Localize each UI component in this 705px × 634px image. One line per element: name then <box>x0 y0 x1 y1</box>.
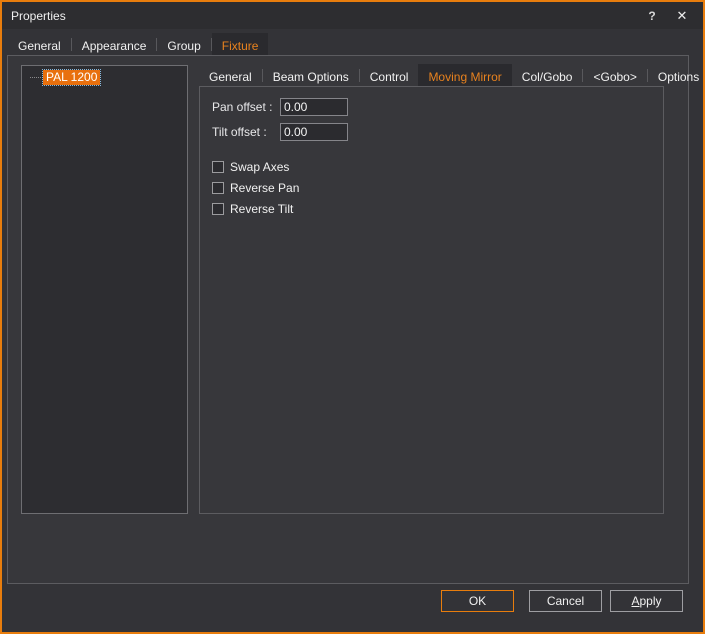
properties-dialog: Properties ? ✕ General Appearance Group … <box>0 0 705 634</box>
reverse-pan-checkbox[interactable]: Reverse Pan <box>212 181 299 195</box>
fixture-tree[interactable]: PAL 1200 <box>21 65 188 514</box>
subtab-general[interactable]: General <box>199 64 262 86</box>
cancel-button[interactable]: Cancel <box>529 590 602 612</box>
reverse-tilt-checkbox[interactable]: Reverse Tilt <box>212 202 293 216</box>
checkbox-icon[interactable] <box>212 203 224 215</box>
pan-offset-label: Pan offset : <box>212 100 280 114</box>
help-icon: ? <box>648 9 655 23</box>
tree-item-row: PAL 1200 <box>22 69 187 86</box>
tab-appearance[interactable]: Appearance <box>72 33 157 55</box>
cancel-button-label: Cancel <box>547 594 584 608</box>
help-button[interactable]: ? <box>637 2 667 29</box>
subtab-beam-options[interactable]: Beam Options <box>263 64 359 86</box>
subtab-options[interactable]: Options <box>648 64 705 86</box>
checkbox-icon[interactable] <box>212 182 224 194</box>
ok-button[interactable]: OK <box>441 590 514 612</box>
fixture-tab-page: PAL 1200 General Beam Options Control Mo… <box>7 55 689 584</box>
close-icon: ✕ <box>677 8 688 24</box>
title-bar[interactable]: Properties ? ✕ <box>2 2 703 29</box>
window-controls: ? ✕ <box>637 2 697 29</box>
swap-axes-checkbox[interactable]: Swap Axes <box>212 160 289 174</box>
reverse-pan-label: Reverse Pan <box>230 181 299 195</box>
tilt-offset-input[interactable] <box>280 123 348 141</box>
tab-general[interactable]: General <box>8 33 71 55</box>
tilt-offset-label: Tilt offset : <box>212 125 280 139</box>
pan-offset-input[interactable] <box>280 98 348 116</box>
tab-group[interactable]: Group <box>157 33 210 55</box>
apply-button-label: Apply <box>631 594 661 608</box>
fixture-sub-tab-bar: General Beam Options Control Moving Mirr… <box>199 64 705 86</box>
tree-item-pal-1200[interactable]: PAL 1200 <box>43 70 100 85</box>
tilt-offset-row: Tilt offset : <box>212 123 348 141</box>
reverse-tilt-label: Reverse Tilt <box>230 202 293 216</box>
subtab-moving-mirror[interactable]: Moving Mirror <box>418 64 511 86</box>
subtab-col-gobo[interactable]: Col/Gobo <box>512 64 583 86</box>
tree-branch-line <box>30 77 43 78</box>
close-button[interactable]: ✕ <box>667 2 697 29</box>
moving-mirror-panel: Pan offset : Tilt offset : Swap Axes Rev… <box>199 86 664 514</box>
window-title: Properties <box>11 9 66 23</box>
subtab-gobo[interactable]: <Gobo> <box>583 64 646 86</box>
ok-button-label: OK <box>469 594 486 608</box>
apply-button[interactable]: Apply <box>610 590 683 612</box>
subtab-control[interactable]: Control <box>360 64 419 86</box>
tab-fixture[interactable]: Fixture <box>212 33 269 55</box>
main-tab-bar: General Appearance Group Fixture <box>8 33 268 55</box>
pan-offset-row: Pan offset : <box>212 98 348 116</box>
checkbox-icon[interactable] <box>212 161 224 173</box>
swap-axes-label: Swap Axes <box>230 160 289 174</box>
